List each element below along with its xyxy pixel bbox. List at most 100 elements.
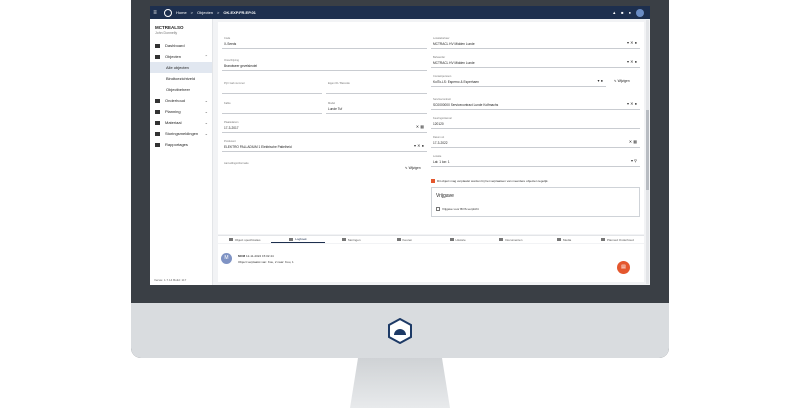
calendar-icon [155,109,160,114]
alert-icon [155,131,160,136]
settings-icon[interactable]: ● [629,10,631,15]
cart-icon [341,238,346,241]
refresh-icon [600,238,605,241]
tab-keuren[interactable]: Keuren [378,236,431,243]
field-locatie[interactable]: Locatie Lat: 1 lon: 1 ▾ ⚲ [431,154,640,167]
tab-logboek[interactable]: Logboek [271,236,325,243]
clear-icon[interactable]: ▾ ✕ ● [414,143,424,148]
tab-documenten[interactable]: Documenten [484,236,537,243]
app-logo-icon[interactable] [164,8,172,17]
checkbox[interactable] [436,207,440,211]
object-form: Code X-Seeds Omschrijving Brandweer gevels… [218,22,644,234]
tab-storingen[interactable]: Storingen [325,236,378,243]
field-kable[interactable]: Kable [222,101,322,114]
avatar: M [221,253,232,264]
sidebar-item-alle-objecten[interactable]: Alle objecten [150,62,212,73]
sidebar-item-objecten[interactable]: Objecten ⌃ [150,51,212,62]
sidebar-item-dashboard[interactable]: Dashboard [150,40,212,51]
history-icon [449,238,454,241]
sidebar: MCTREALSO John Donnelly Dashboard Object… [150,19,213,285]
monitor-stand [350,358,450,408]
scrollbar-thumb[interactable] [646,110,649,190]
chevron-up-icon: ⌃ [204,54,208,59]
field-aanvullingsinformatie[interactable]: Aanvullingsinformatie [222,161,427,174]
field-beheerder[interactable]: Beheerder MCTRACL HV Midden Lunde ▾ ✕ ● [431,55,640,68]
field-eigen-id[interactable]: Eigen ID / Barcode [326,81,427,94]
document-icon [499,238,504,241]
log-message: Object verplaatst van: Kou, 2 naar: Kou,… [238,260,294,264]
hamburger-icon[interactable]: ≡ [150,10,160,16]
field-locatiebeheer[interactable]: Locatiebeheer MCTRACL HV Midden Lunde ▾ ✕ … [431,36,640,49]
objects-icon [155,54,160,59]
top-bar: ≡ Home > Objecten > OK.EXP.FR.EP.01 ▲ ■ … [150,6,650,19]
image-icon [557,238,562,241]
box-icon [155,120,160,125]
sidebar-item-onderhoud[interactable]: Onderhoud ⌄ [150,95,212,106]
field-datum-uit[interactable]: Datum uit 17-3-2022 ✕ ▦ [431,135,640,148]
field-omschrijving[interactable]: Omschrijving Brandweer gevelsleutel [222,58,427,71]
move-together-checkbox[interactable]: Dit object mag verplaatst worden bij het… [431,179,548,183]
sidebar-item-label: Rapportages [165,142,188,147]
detail-tabs: Object specificaties Logboek Storingen K… [218,235,644,243]
map-pin-icon[interactable]: ▾ ⚲ [631,158,637,163]
main-content: Code X-Seeds Omschrijving Brandweer gevels… [214,19,648,285]
clear-icon[interactable]: ▾ ✕ ● [627,59,637,64]
log-author: MCM [238,254,246,258]
vrijgave-panel: Vrijgave Vrijgave voor BOS-verplicht [431,187,640,217]
field-model[interactable]: Model Lunde Tuf [326,101,427,114]
clear-icon[interactable]: ▾ ✕ ● [627,101,637,106]
sidebar-item-label: Storingsmeldingen [165,131,199,136]
field-pijl-nummer[interactable]: Pijl / Gab nummer [222,81,322,94]
log-meta: MCM 12-11-2022 15:02:44 [238,254,274,258]
dashboard-icon [155,43,160,48]
wijzigen-button-2[interactable]: ✎ Wijzigen [614,79,630,83]
tab-planned-onderhoud[interactable]: Planned Onderhoud [591,236,644,243]
log-panel: M MCM 12-11-2022 15:02:44 Object verplaa… [218,244,644,282]
field-servicecontract[interactable]: Servicecontract SC0000000 Servicecontract… [431,97,640,110]
vrijgave-checkbox[interactable]: Vrijgave voor BOS-verplicht [436,207,479,211]
sidebar-item-storingsmeldingen[interactable]: Storingsmeldingen ⌄ [150,128,212,139]
sidebar-item-rapportages[interactable]: Rapportages [150,139,212,150]
log-timestamp: 12-11-2022 15:02:44 [246,254,274,258]
field-plaatsdatum[interactable]: Plaatsdatum 17-3-2017 ✕ ▦ [222,120,427,133]
version-label: Versie: 1.7.14 Build: 117 [154,278,187,282]
field-code[interactable]: Code X-Seeds [222,36,427,49]
sidebar-item-label: Planning [165,109,181,114]
calendar-icon[interactable]: ✕ ▦ [416,124,424,129]
breadcrumb-home[interactable]: Home [176,10,187,15]
report-icon [155,142,160,147]
tab-media[interactable]: Media [538,236,591,243]
sidebar-item-label: Materiaal [165,120,182,125]
calendar-icon[interactable]: ✕ ▦ [629,139,637,144]
chevron-down-icon: ⌄ [204,131,208,136]
field-producent[interactable]: Producent ELEKTRO PALLADIUM 1 Elektrische… [222,139,427,152]
app-screen: ≡ Home > Objecten > OK.EXP.FR.EP.01 ▲ ■ … [150,6,650,285]
user-avatar[interactable] [636,8,644,17]
tab-historie[interactable]: Historie [431,236,484,243]
sidebar-item-label: Objecten [165,54,182,59]
sidebar-item-planning[interactable]: Planning ⌄ [150,106,212,117]
breadcrumb-separator: > [217,10,220,15]
field-contactpersoon[interactable]: Contactpersoon KolTo-LS: Esperno & Esperh… [431,74,606,87]
tab-object-specificaties[interactable]: Object specificaties [218,236,271,243]
list-icon [228,238,233,241]
scrollbar[interactable] [646,20,649,284]
vrijgave-title: Vrijgave [436,193,454,199]
chat-icon[interactable]: ■ [621,10,623,15]
notification-icon[interactable]: ▲ [612,10,616,15]
clear-icon[interactable]: ▾ ✕ ● [627,40,637,45]
sidebar-item-objectbeheer[interactable]: Objectbeheer [150,84,212,95]
checkbox-checked[interactable] [431,179,435,183]
wijzigen-button[interactable]: ✎ Wijzigen [405,166,421,170]
chevron-down-icon: ⌄ [204,109,208,114]
breadcrumb-objecten[interactable]: Objecten [197,10,213,15]
comment-fab-button[interactable]: ▤ [617,261,630,274]
field-keuringsinterval[interactable]: Keuringsinterval 120120 [431,116,640,129]
topbar-actions: ▲ ■ ● [612,8,650,17]
chevron-down-icon: ⌄ [204,98,208,103]
sidebar-item-bindtoezichtveld[interactable]: Bindtoezichtveld [150,73,212,84]
sidebar-item-materiaal[interactable]: Materiaal ⌄ [150,117,212,128]
info-icon[interactable]: ▾ ● [597,78,603,83]
sidebar-item-label: Alle objecten [166,65,189,70]
comment-icon: ▤ [621,264,626,270]
